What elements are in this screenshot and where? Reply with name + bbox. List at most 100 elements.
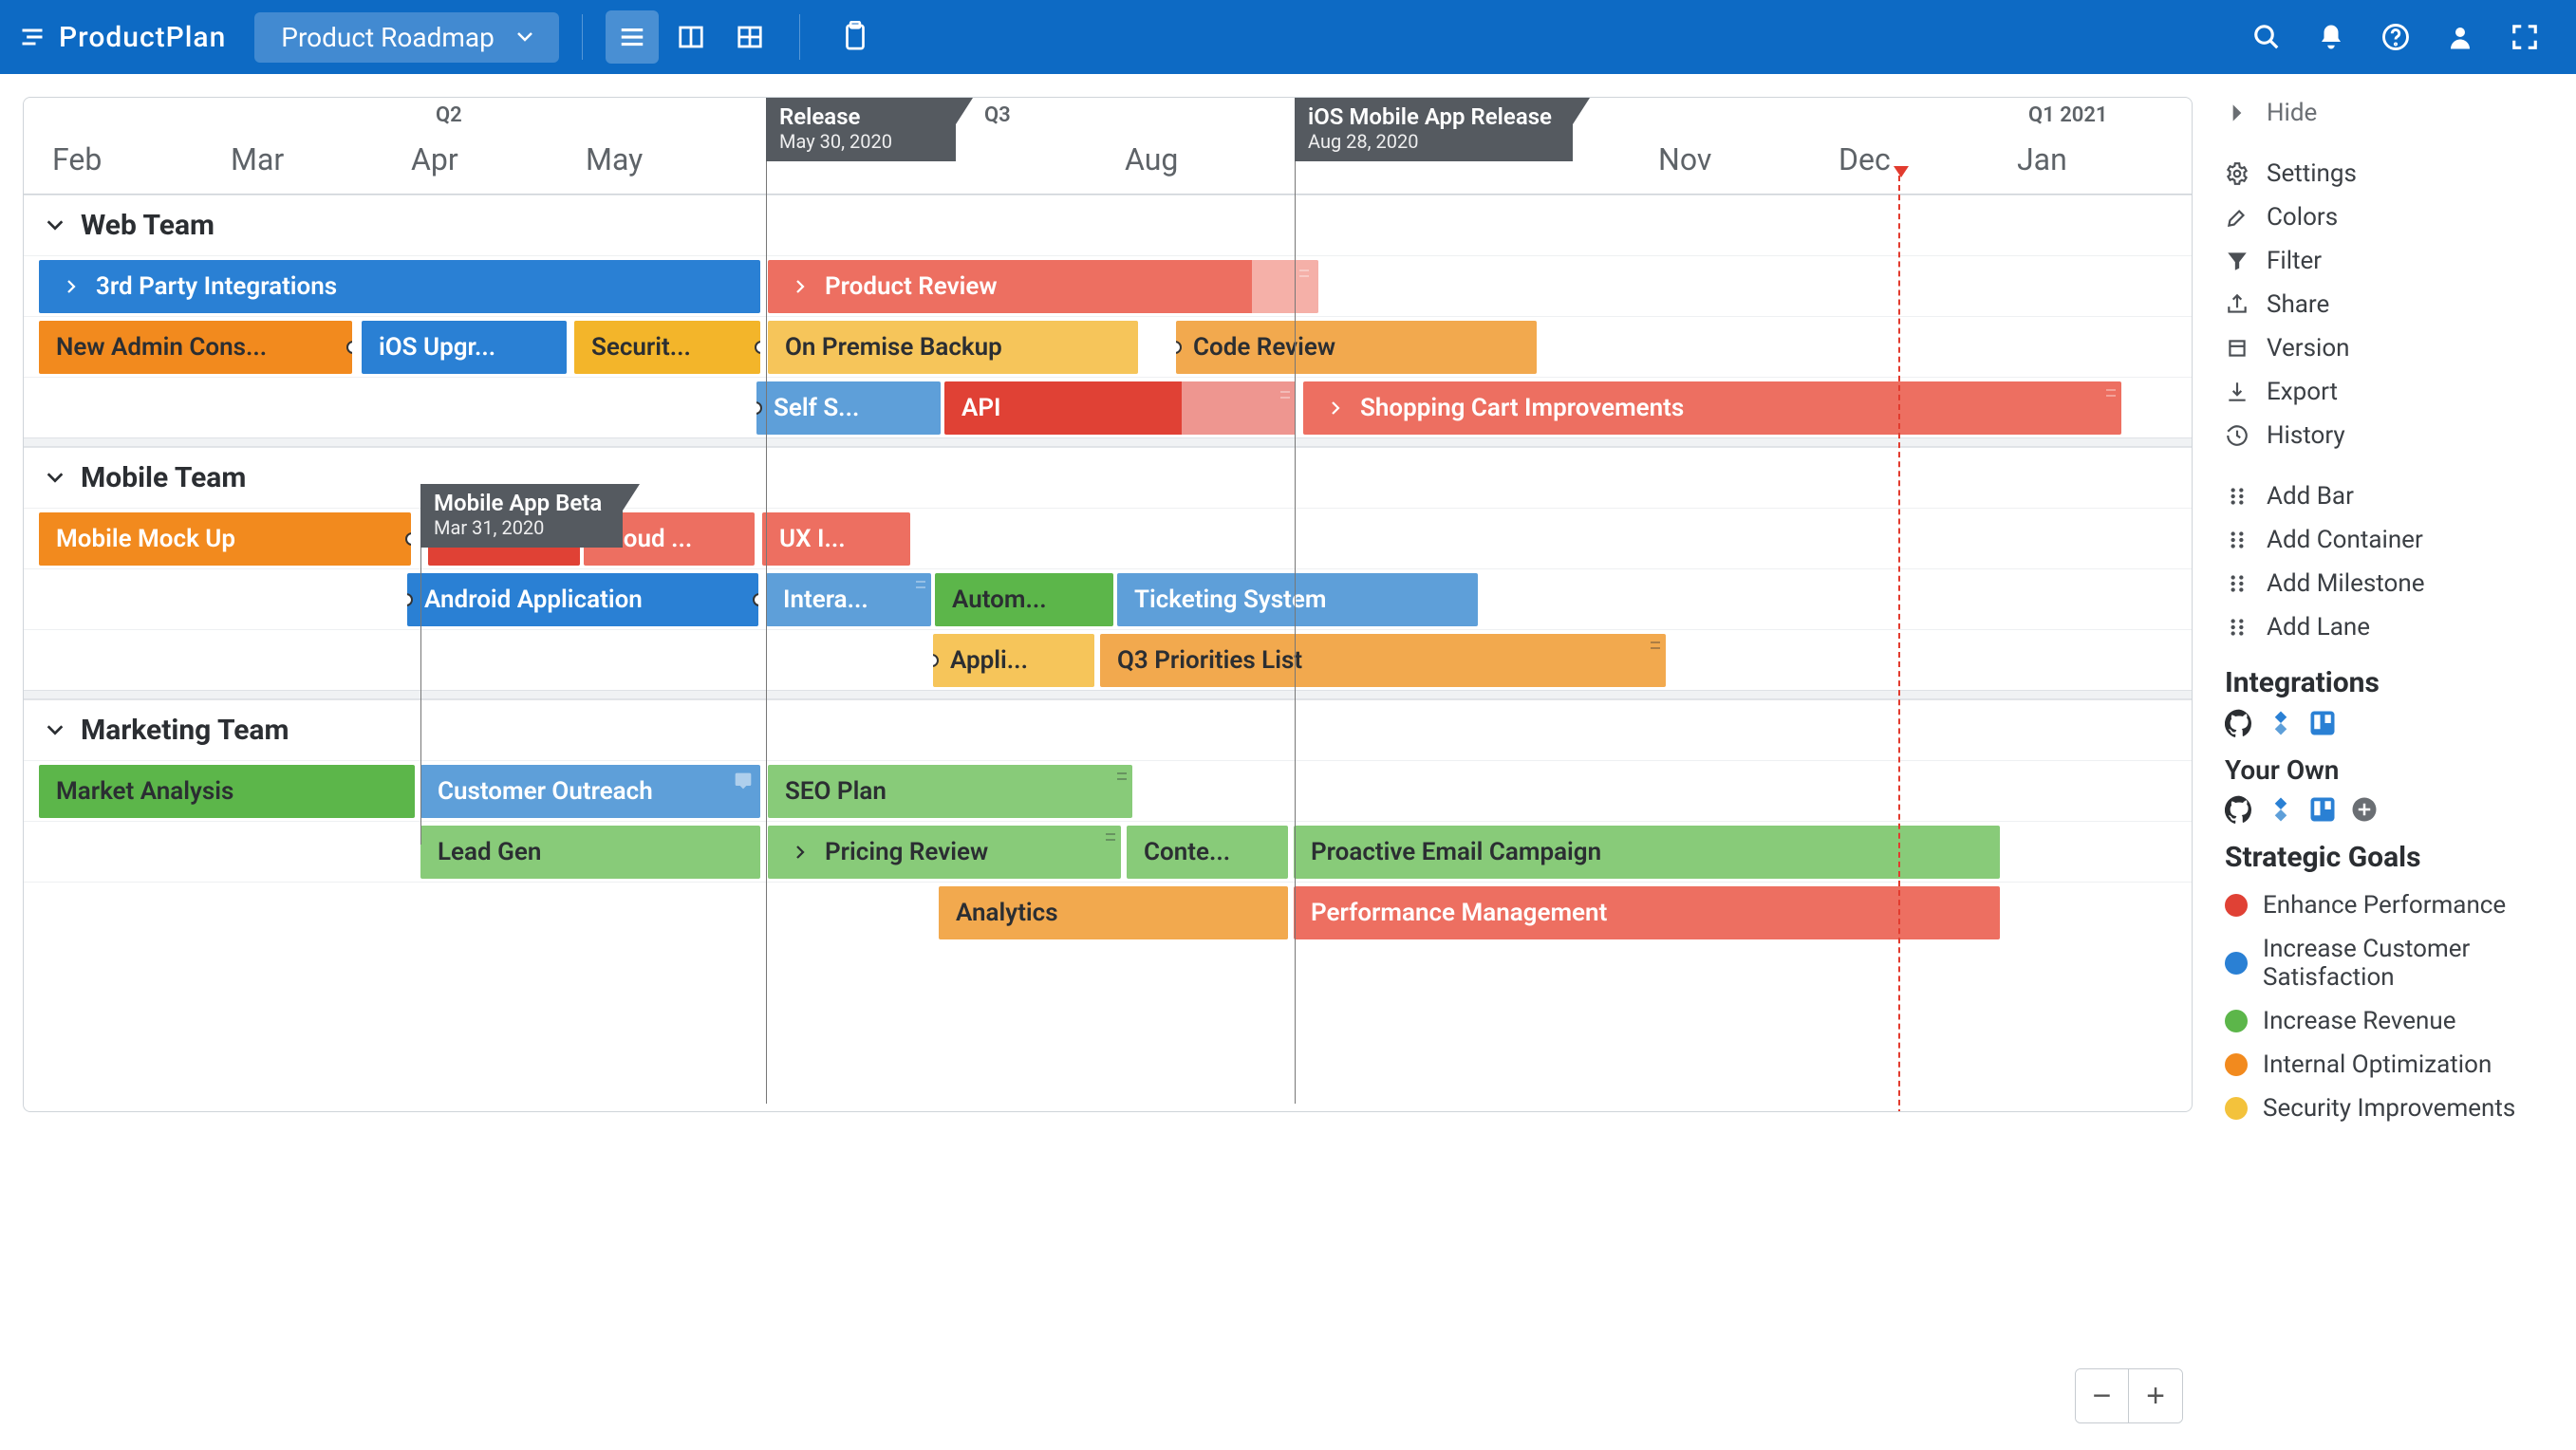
side-label: Add Bar [2267,482,2354,511]
bar-appli[interactable]: Appli... [933,634,1094,687]
roadmap-selector[interactable]: Product Roadmap [254,12,559,63]
share-link[interactable]: Share [2225,283,2548,326]
bar-autom[interactable]: Autom... [935,573,1113,626]
link-node-icon[interactable] [405,532,411,546]
add-integration-icon[interactable] [2350,795,2379,824]
add-bar[interactable]: Add Bar [2225,474,2548,518]
clipboard-icon [841,21,869,53]
lane-header-mobile[interactable]: Mobile Team [24,447,2192,508]
separator [799,14,800,60]
help-button[interactable] [2377,18,2415,56]
link-node-icon[interactable] [407,593,413,606]
fullscreen-button[interactable] [2506,18,2544,56]
bar-label: Analytics [956,899,1058,927]
goal-item[interactable]: Increase Revenue [2225,999,2548,1043]
github-icon[interactable] [2225,709,2253,737]
month-label: Nov [1658,141,1711,177]
link-node-icon[interactable] [756,401,762,415]
bar-api[interactable]: API [944,381,1296,435]
bar-self-s[interactable]: Self S... [756,381,941,435]
bar-product-review[interactable]: Product Review [768,260,1318,313]
link-node-icon[interactable] [755,341,760,354]
bar-label: Conte... [1144,838,1230,866]
goal-item[interactable]: Security Improvements [2225,1087,2548,1130]
side-label: Filter [2267,247,2322,275]
bar-code-review[interactable]: Code Review [1176,321,1537,374]
roadmap-canvas[interactable]: Q2 Q3 Q4 Q1 2021 Feb Mar Apr May Aug Nov… [23,97,2193,1112]
bar-q3-priorities[interactable]: Q3 Priorities List [1100,634,1666,687]
bar-label: Android Application [424,586,643,614]
search-button[interactable] [2248,18,2286,56]
filter-link[interactable]: Filter [2225,239,2548,283]
timeline-view-button[interactable] [606,10,659,64]
bar-label: New Admin Cons... [56,333,267,362]
bar-new-admin[interactable]: New Admin Cons... [39,321,352,374]
add-milestone[interactable]: Add Milestone [2225,562,2548,605]
gear-icon [2225,161,2249,186]
table-view-button[interactable] [723,10,776,64]
github-icon[interactable] [2225,795,2253,824]
hide-label: Hide [2267,99,2317,127]
bar-ios-upgrade[interactable]: iOS Upgr... [362,321,567,374]
history-link[interactable]: History [2225,414,2548,457]
month-label: Apr [411,141,458,177]
settings-link[interactable]: Settings [2225,152,2548,195]
bar-seo-plan[interactable]: SEO Plan [768,765,1132,818]
link-node-icon[interactable] [753,593,758,606]
notifications-button[interactable] [2312,18,2350,56]
bar-customer-outreach[interactable]: Customer Outreach [420,765,760,818]
bar-conte[interactable]: Conte... [1127,826,1288,879]
link-node-icon[interactable] [346,341,352,354]
bar-proactive-email[interactable]: Proactive Email Campaign [1294,826,2000,879]
bar-analytics[interactable]: Analytics [939,886,1288,939]
add-container[interactable]: Add Container [2225,518,2548,562]
logo[interactable]: ProductPlan [19,21,226,54]
link-node-icon[interactable] [933,654,939,667]
zoom-out-button[interactable]: − [2076,1369,2129,1422]
bar-shopping-cart[interactable]: Shopping Cart Improvements [1303,381,2121,435]
milestone-ios-release[interactable]: iOS Mobile App Release Aug 28, 2020 [1295,98,1573,161]
zoom-in-button[interactable]: + [2129,1369,2182,1422]
bar-market-analysis[interactable]: Market Analysis [39,765,415,818]
milestone-mobile-beta[interactable]: Mobile App Beta Mar 31, 2020 [420,484,623,548]
milestone-date: May 30, 2020 [779,130,892,153]
lane-header-marketing[interactable]: Marketing Team [24,699,2192,760]
link-node-icon[interactable] [1176,341,1182,354]
goal-item[interactable]: Internal Optimization [2225,1043,2548,1087]
add-lane[interactable]: Add Lane [2225,605,2548,649]
bar-label: Performance Management [1311,899,1607,927]
jira-icon[interactable] [2267,795,2295,824]
goal-item[interactable]: Increase Customer Satisfaction [2225,927,2548,999]
quarter-label: Q1 2021 [2028,103,2107,127]
goal-item[interactable]: Enhance Performance [2225,883,2548,927]
jira-icon[interactable] [2267,709,2295,737]
version-link[interactable]: Version [2225,326,2548,370]
user-button[interactable] [2441,18,2479,56]
bar-lead-gen[interactable]: Lead Gen [420,826,760,879]
bar-3rd-party[interactable]: 3rd Party Integrations [39,260,760,313]
export-link[interactable]: Export [2225,370,2548,414]
bar-on-premise[interactable]: On Premise Backup [768,321,1138,374]
bar-ticketing[interactable]: Ticketing System [1117,573,1478,626]
trello-icon[interactable] [2308,709,2337,737]
milestone-release[interactable]: Release May 30, 2020 [766,98,956,161]
bar-label: Appli... [950,646,1028,675]
milestone-title: Release [779,103,935,130]
hide-panel[interactable]: Hide [2225,91,2548,135]
bar-mobile-mockup[interactable]: Mobile Mock Up [39,512,411,566]
bar-label: On Premise Backup [785,333,1002,362]
bar-ux-i[interactable]: UX I... [762,512,910,566]
bar-pricing-review[interactable]: Pricing Review [768,826,1121,879]
bar-intera[interactable]: Intera... [766,573,931,626]
bar-label: Code Review [1193,333,1335,362]
trello-icon[interactable] [2308,795,2337,824]
clipboard-button[interactable] [836,18,874,56]
goal-color-dot [2225,1097,2248,1120]
bar-performance-mgmt[interactable]: Performance Management [1294,886,2000,939]
bar-android[interactable]: Android Application [407,573,758,626]
board-view-button[interactable] [664,10,718,64]
goals-heading: Strategic Goals [2225,841,2548,874]
bar-security[interactable]: Securit... [574,321,760,374]
colors-link[interactable]: Colors [2225,195,2548,239]
lane-header-web[interactable]: Web Team [24,195,2192,255]
